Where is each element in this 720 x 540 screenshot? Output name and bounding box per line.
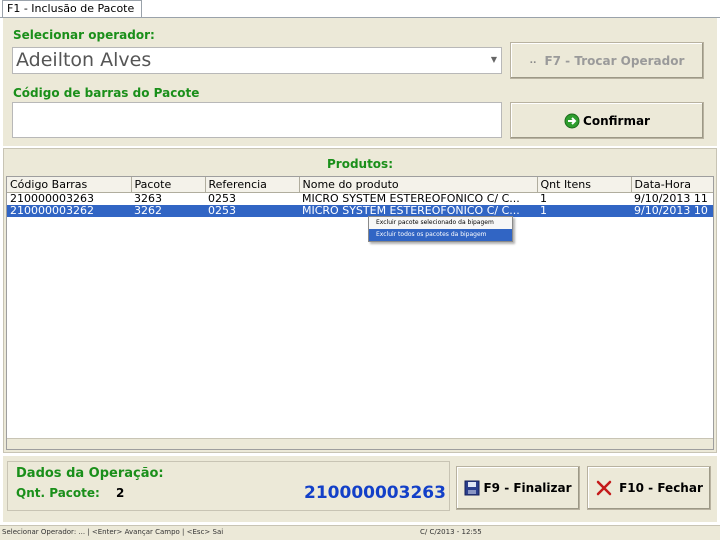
cell-reference: 0253 (205, 205, 299, 217)
close-button[interactable]: F10 - Fechar (587, 466, 711, 510)
last-barcode: 210000003263 (304, 483, 446, 503)
tab-inclusao-pacote[interactable]: F1 - Inclusão de Pacote (2, 0, 142, 18)
confirm-arrow-icon (564, 113, 580, 128)
cell-package: 3262 (131, 205, 205, 217)
switch-operator-label: F7 - Trocar Operador (544, 53, 685, 68)
cell-datetime: 9/10/2013 10 (631, 205, 713, 217)
menu-item-delete-selected[interactable]: Excluir pacote selecionado da bipagem (369, 217, 512, 229)
cell-package: 3263 (134, 192, 162, 205)
cell-barcode: 210000003262 (7, 205, 131, 217)
save-disk-icon (464, 480, 480, 496)
operator-label: Selecionar operador: (13, 28, 155, 42)
column-header[interactable]: Data-Hora (631, 177, 713, 193)
context-menu: Excluir pacote selecionado da bipagem Ex… (368, 216, 513, 242)
finalize-label: F9 - Finalizar (483, 481, 572, 495)
status-left: Selecionar Operador: ... | <Enter> Avanç… (2, 528, 224, 536)
menu-item-delete-all[interactable]: Excluir todos os pacotes da bipagem (369, 229, 512, 241)
grid-header-row: Código Barras Pacote Referencia Nome do … (7, 177, 713, 193)
qty-value: 2 (116, 486, 125, 500)
cell-reference: 0253 (208, 192, 236, 205)
barcode-input[interactable] (12, 102, 502, 138)
cell-qty: 1 (540, 192, 547, 205)
switch-operator-prefix: .. (529, 55, 537, 66)
close-x-icon (596, 480, 612, 496)
confirm-button[interactable]: Confirmar (510, 102, 704, 139)
status-right: C/ C/2013 - 12:55 (420, 528, 482, 536)
operator-value: Adeilton Alves (16, 49, 152, 71)
column-header[interactable]: Código Barras (7, 177, 132, 193)
status-bar: Selecionar Operador: ... | <Enter> Avanç… (0, 525, 720, 540)
horizontal-scrollbar[interactable] (7, 438, 713, 449)
confirm-label: Confirmar (583, 113, 650, 128)
products-title: Produtos: (326, 157, 393, 171)
cell-datetime: 9/10/2013 11 (634, 192, 708, 205)
table-row-selected[interactable]: 210000003262 3262 0253 MICRO SYSTEM ESTE… (7, 205, 713, 217)
column-header[interactable]: Qnt Itens (537, 177, 632, 193)
table-row[interactable]: 210000003263 3263 0253 MICRO SYSTEM ESTE… (7, 192, 713, 206)
column-header[interactable]: Nome do produto (299, 177, 538, 193)
cell-barcode: 210000003263 (10, 192, 94, 205)
operation-title: Dados da Operação: (16, 466, 164, 481)
switch-operator-button[interactable]: .. F7 - Trocar Operador (510, 42, 704, 79)
close-label: F10 - Fechar (619, 481, 703, 495)
cell-qty: 1 (537, 205, 631, 217)
column-header[interactable]: Referencia (205, 177, 300, 193)
products-grid[interactable]: Código Barras Pacote Referencia Nome do … (6, 176, 714, 450)
finalize-button[interactable]: F9 - Finalizar (456, 466, 580, 510)
chevron-down-icon[interactable]: ▼ (489, 52, 499, 68)
column-header[interactable]: Pacote (131, 177, 206, 193)
cell-product-name: MICRO SYSTEM ESTEREOFONICO C/ C... (302, 192, 520, 205)
qty-label: Qnt. Pacote: (16, 486, 100, 500)
operator-select[interactable]: Adeilton Alves ▼ (12, 47, 502, 74)
barcode-label: Código de barras do Pacote (13, 86, 200, 100)
